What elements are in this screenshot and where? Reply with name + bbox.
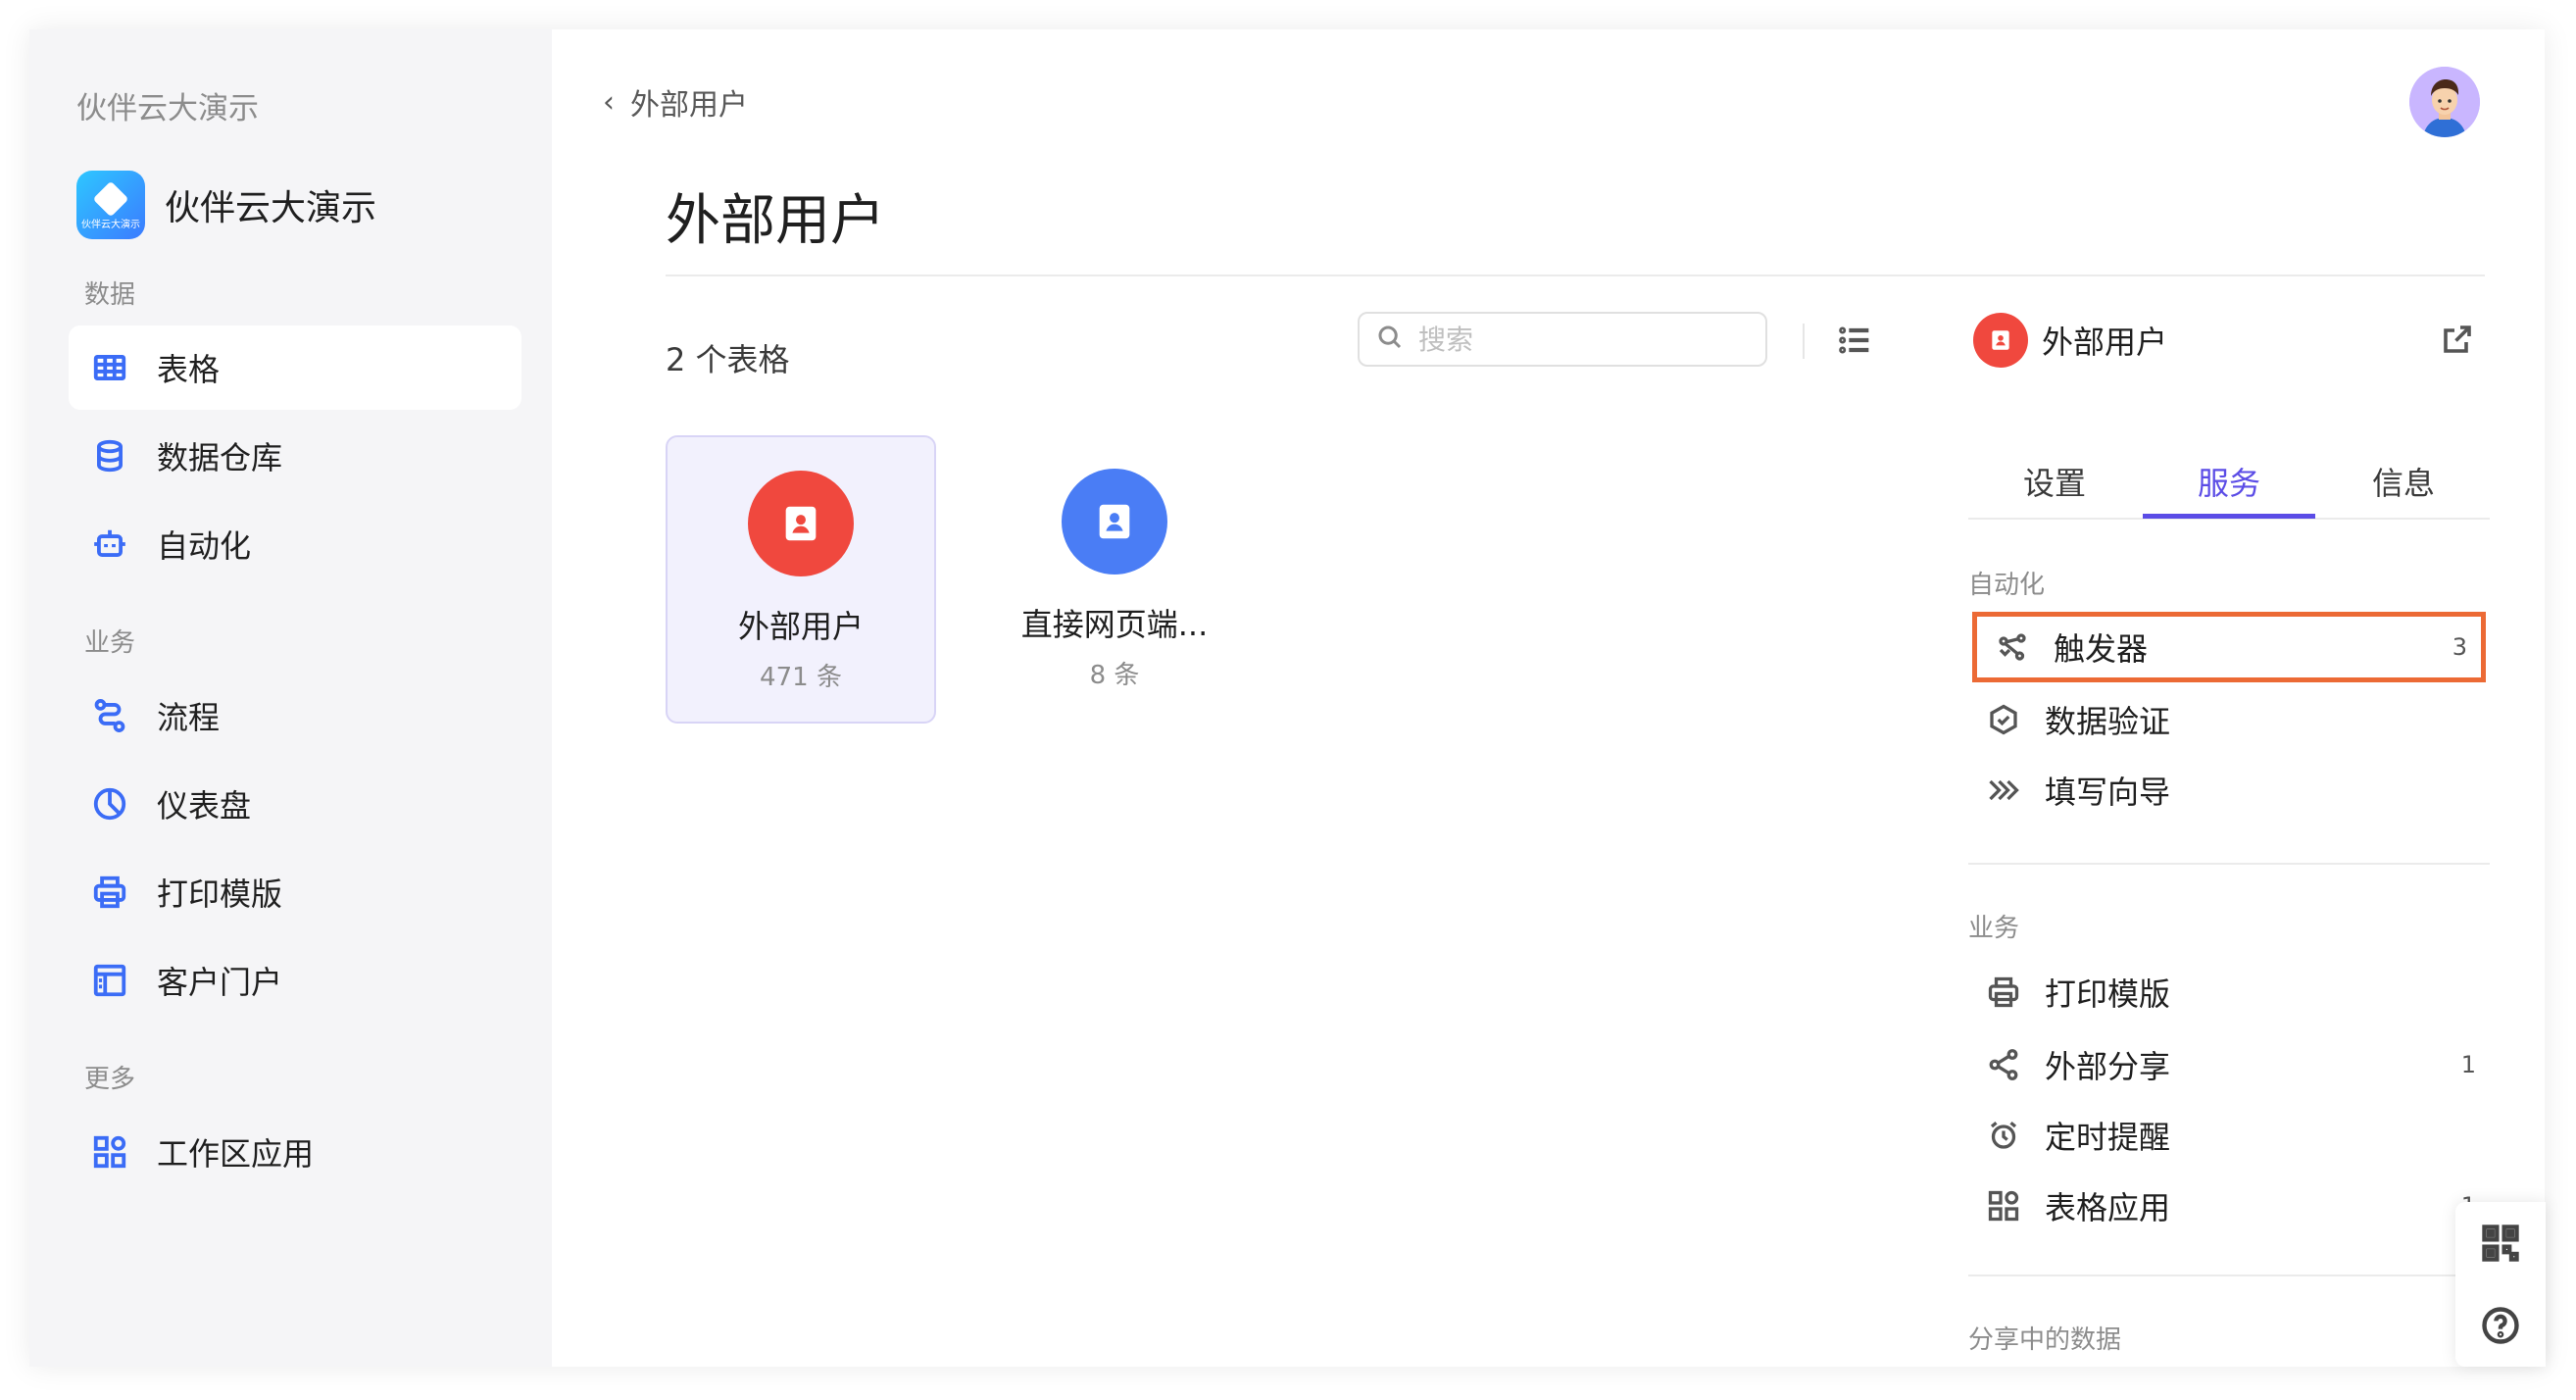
sidebar-item-label: 表格 — [157, 351, 221, 388]
robot-icon — [90, 525, 129, 564]
sidebar-item-label: 工作区应用 — [157, 1135, 315, 1173]
tab-info[interactable]: 信息 — [2317, 459, 2490, 504]
sidebar-item-label: 流程 — [157, 699, 221, 736]
workspace-name: 伙伴云大演示 — [76, 91, 259, 126]
sidebar-item-label: 仪表盘 — [157, 787, 252, 825]
sidebar-section-business: 业务 — [84, 628, 136, 658]
trigger-icon — [1993, 627, 2032, 667]
service-item-label: 打印模版 — [2045, 975, 2171, 1013]
sidebar-item-label: 数据仓库 — [157, 439, 283, 476]
pie-chart-icon — [90, 784, 129, 824]
service-item-label: 定时提醒 — [2045, 1119, 2171, 1156]
sidebar-item-tables[interactable]: 表格 — [69, 325, 521, 410]
search-icon — [1375, 323, 1405, 356]
sidebar-item-flow[interactable]: 流程 — [69, 674, 521, 758]
active-tab-indicator — [2143, 514, 2315, 519]
portal-icon — [90, 961, 129, 1000]
sidebar-item-workspace-apps[interactable]: 工作区应用 — [69, 1110, 521, 1194]
table-card-count: 8 条 — [1089, 661, 1140, 690]
app-name: 伙伴云大演示 — [165, 188, 377, 228]
app-window: 伙伴云大演示 伙伴云大演示 伙伴云大演示 数据 表格 数据仓库 自动化 业务 流… — [29, 29, 2545, 1367]
sidebar-item-label: 客户门户 — [157, 964, 283, 1001]
panel-section-business: 业务 — [1968, 914, 2020, 943]
panel-tabs: 设置 服务 信息 — [1968, 431, 2490, 520]
tab-services[interactable]: 服务 — [2143, 459, 2315, 504]
apps-icon — [90, 1132, 129, 1172]
sidebar-section-more: 更多 — [84, 1065, 136, 1094]
printer-icon — [90, 873, 129, 912]
open-external-icon[interactable] — [2440, 322, 2475, 357]
table-card-web-direct[interactable]: 直接网页端... 8 条 — [979, 435, 1250, 724]
alarm-clock-icon — [1984, 1116, 2023, 1155]
sidebar: 伙伴云大演示 伙伴云大演示 伙伴云大演示 数据 表格 数据仓库 自动化 业务 流… — [29, 29, 552, 1367]
header-divider — [666, 275, 2485, 276]
database-icon — [90, 436, 129, 475]
table-card-name: 外部用户 — [737, 608, 864, 645]
contact-card-icon — [1973, 313, 2028, 368]
contact-card-icon — [1062, 469, 1167, 575]
list-view-icon[interactable] — [1836, 321, 1875, 360]
table-card-name: 直接网页端... — [1020, 606, 1209, 643]
service-item-label: 表格应用 — [2045, 1189, 2171, 1226]
avatar[interactable] — [2409, 67, 2480, 137]
shield-check-icon — [1984, 700, 2023, 739]
qr-code-icon[interactable] — [2455, 1202, 2546, 1284]
service-item-fill-guide[interactable]: 填写向导 — [1968, 755, 2490, 825]
service-item-label: 填写向导 — [2045, 774, 2171, 811]
floating-toolbar — [2455, 1202, 2546, 1367]
service-item-print-template[interactable]: 打印模版 — [1968, 957, 2490, 1027]
service-item-data-validation[interactable]: 数据验证 — [1968, 684, 2490, 755]
apps-icon — [1984, 1186, 2023, 1225]
sidebar-section-data: 数据 — [84, 280, 136, 310]
service-item-trigger[interactable]: 触发器 3 — [1972, 612, 2486, 682]
sidebar-item-database[interactable]: 数据仓库 — [69, 414, 521, 498]
panel-title: 外部用户 — [2042, 324, 2168, 361]
service-item-count: 3 — [2452, 633, 2467, 661]
sidebar-item-automation[interactable]: 自动化 — [69, 502, 521, 586]
guide-arrows-icon — [1984, 771, 2023, 810]
breadcrumb[interactable]: ‹ 外部用户 — [603, 80, 748, 124]
table-card-external-users[interactable]: 外部用户 471 条 — [666, 435, 936, 724]
app-switcher[interactable]: 伙伴云大演示 伙伴云大演示 — [76, 171, 376, 239]
panel-section-automation: 自动化 — [1968, 571, 2046, 600]
tab-settings[interactable]: 设置 — [1968, 459, 2141, 504]
page-title: 外部用户 — [666, 189, 885, 253]
breadcrumb-label[interactable]: 外部用户 — [630, 80, 748, 124]
main-content: ‹ 外部用户 外部用户 2 个表格 搜索 外部用户 471 条 直接网页端...… — [552, 29, 2545, 1367]
contact-card-icon — [748, 471, 854, 576]
panel-divider — [1968, 1275, 2490, 1276]
sidebar-item-customer-portal[interactable]: 客户门户 — [69, 938, 521, 1023]
sidebar-item-label: 打印模版 — [157, 875, 283, 913]
service-item-table-apps[interactable]: 表格应用 1 — [1968, 1171, 2490, 1241]
service-item-label: 数据验证 — [2045, 703, 2171, 740]
help-icon[interactable] — [2455, 1284, 2546, 1367]
table-count-label: 2 个表格 — [666, 341, 790, 378]
flow-icon — [90, 696, 129, 735]
service-item-count: 1 — [2460, 1051, 2476, 1078]
service-item-label: 外部分享 — [2045, 1048, 2171, 1085]
toolbar-separator — [1803, 324, 1805, 359]
sidebar-item-print-template[interactable]: 打印模版 — [69, 850, 521, 934]
sidebar-item-label: 自动化 — [157, 527, 252, 565]
search-input[interactable] — [1418, 323, 1752, 356]
service-item-scheduled-reminder[interactable]: 定时提醒 — [1968, 1100, 2490, 1171]
panel-header: 外部用户 — [1973, 310, 2485, 371]
panel-divider — [1968, 863, 2490, 865]
printer-icon — [1984, 973, 2023, 1012]
chevron-left-icon[interactable]: ‹ — [603, 85, 615, 120]
table-icon — [90, 348, 129, 387]
panel-section-shared-data: 分享中的数据 — [1968, 1325, 2122, 1355]
sidebar-item-dashboard[interactable]: 仪表盘 — [69, 762, 521, 846]
table-card-count: 471 条 — [760, 663, 842, 692]
app-logo: 伙伴云大演示 — [76, 171, 145, 239]
search-box[interactable] — [1358, 312, 1767, 367]
share-icon — [1984, 1045, 2023, 1084]
service-item-external-share[interactable]: 外部分享 1 — [1968, 1029, 2490, 1100]
service-item-label: 触发器 — [2054, 630, 2149, 668]
